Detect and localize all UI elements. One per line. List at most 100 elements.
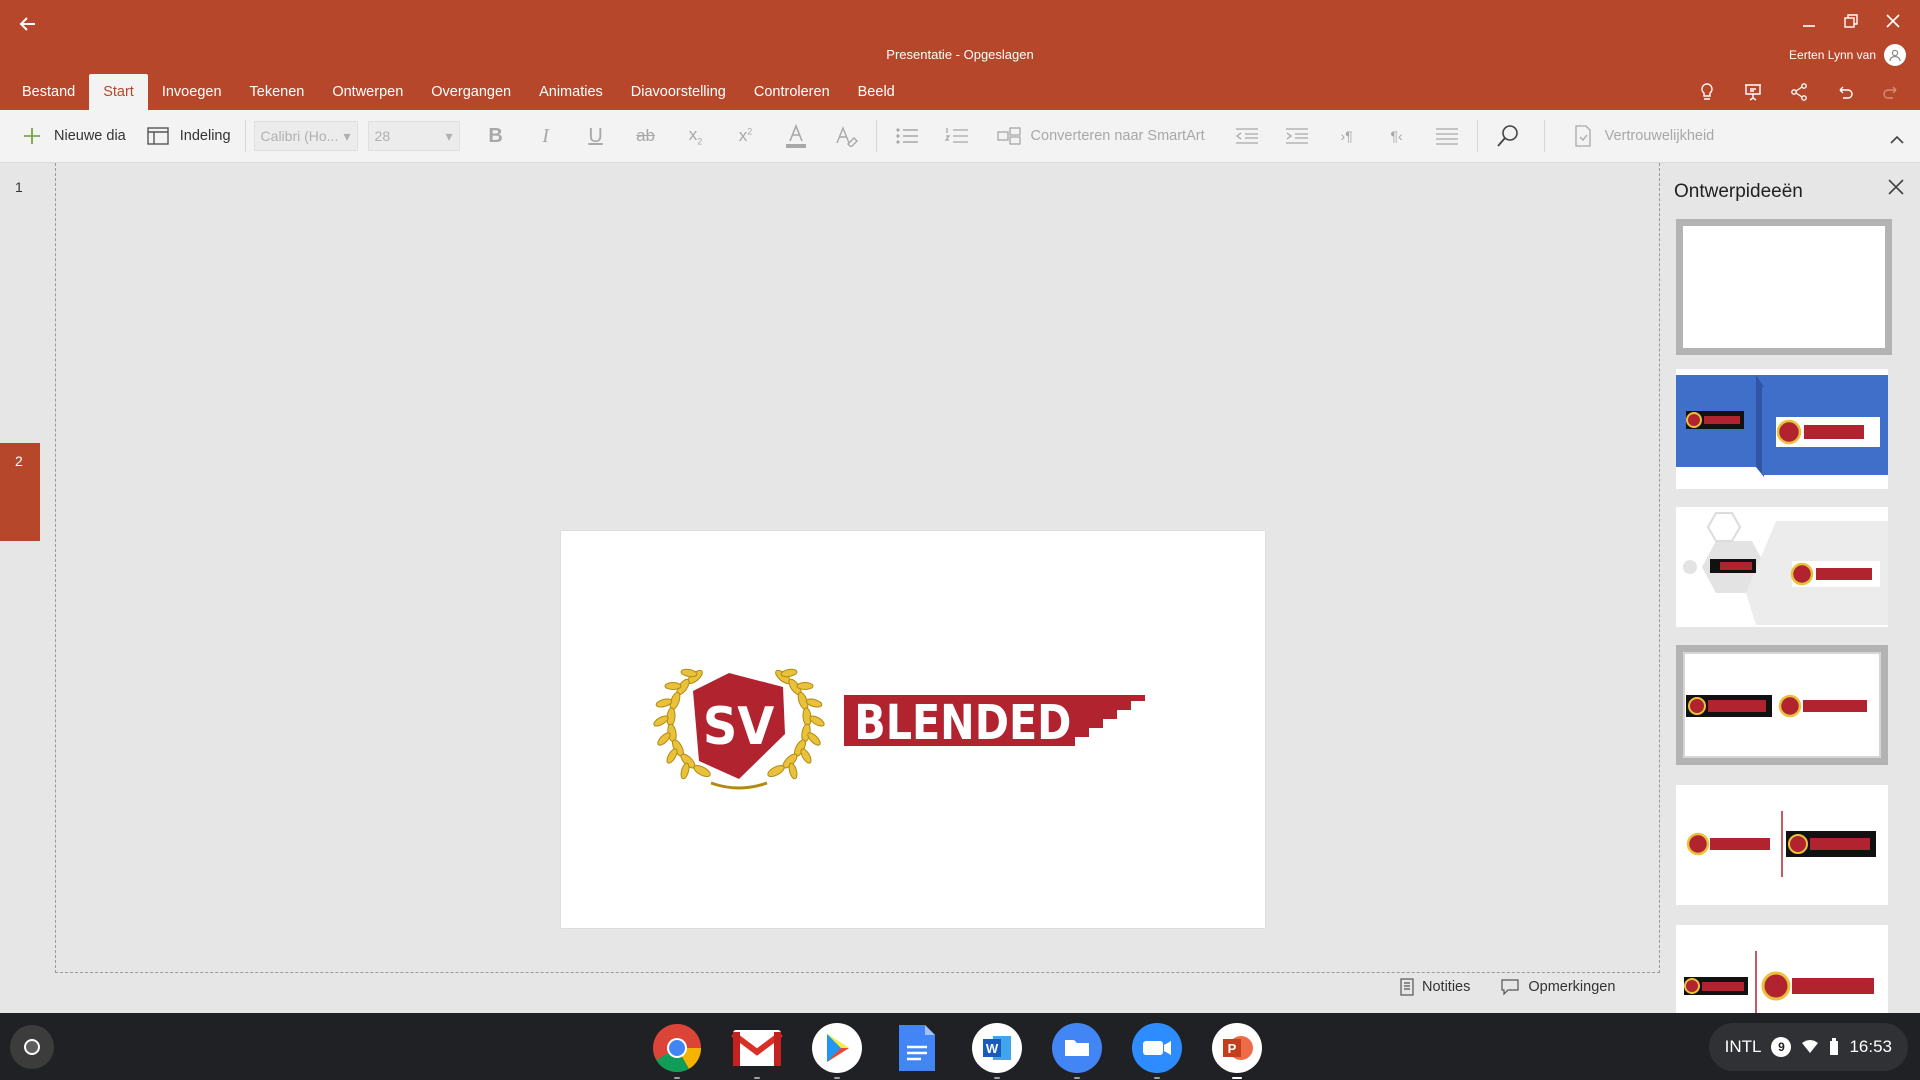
launcher-button[interactable] [10, 1025, 54, 1069]
tab-tekenen[interactable]: Tekenen [236, 74, 319, 110]
lightbulb-icon [1701, 83, 1713, 100]
convert-smartart-button[interactable]: Converteren naar SmartArt [989, 118, 1211, 154]
play-store-icon [812, 1023, 862, 1073]
tab-start[interactable]: Start [89, 74, 148, 110]
minimize-button[interactable] [1790, 6, 1828, 36]
sensitivity-label: Vertrouwelijkheid [1604, 128, 1715, 144]
superscript-icon: x2 [739, 126, 753, 146]
align-button[interactable] [1425, 118, 1469, 154]
subscript-icon: x2 [689, 125, 703, 146]
underline-button[interactable]: U [574, 118, 618, 154]
status-bar: Notities Opmerkingen [1400, 978, 1615, 996]
app-shelf: W P [650, 1021, 1264, 1079]
bold-button[interactable]: B [474, 118, 518, 154]
italic-button[interactable]: I [524, 118, 568, 154]
files-app[interactable] [1050, 1021, 1104, 1079]
clock: 16:53 [1849, 1037, 1892, 1056]
powerpoint-app[interactable]: P [1210, 1021, 1264, 1079]
sensitivity-button[interactable]: Vertrouwelijkheid [1563, 118, 1721, 154]
document-title: Presentatie - Opgeslagen [886, 47, 1034, 62]
close-icon [1888, 179, 1904, 195]
redo-button[interactable] [1876, 78, 1906, 106]
divider [244, 120, 246, 152]
design-idea-card[interactable] [1676, 507, 1888, 627]
slide-number: 2 [15, 453, 23, 469]
share-button[interactable] [1784, 78, 1814, 106]
strikethrough-button[interactable]: ab [624, 118, 668, 154]
tab-invoegen[interactable]: Invoegen [148, 74, 236, 110]
font-size-select[interactable]: 28 ▾ [367, 121, 460, 151]
subscript-letter: x [688, 125, 698, 145]
design-idea-card[interactable] [1676, 925, 1888, 1013]
font-name-select[interactable]: Calibri (Ho... ▾ [253, 121, 358, 151]
play-store-app[interactable] [810, 1021, 864, 1079]
design-preview [1686, 811, 1876, 877]
gmail-app[interactable] [730, 1021, 784, 1079]
user-account[interactable]: Eerten Lynn van [1789, 44, 1906, 66]
tell-me-button[interactable] [1692, 78, 1722, 106]
tab-beeld[interactable]: Beeld [844, 74, 909, 110]
new-slide-button[interactable]: Nieuwe dia [12, 118, 132, 154]
rtl-icon: ¶‹ [1390, 128, 1403, 144]
current-slide[interactable]: SV BLENDED [561, 531, 1265, 928]
collapse-ribbon-button[interactable] [1890, 132, 1904, 150]
zoom-app[interactable] [1130, 1021, 1184, 1079]
tab-controleren[interactable]: Controleren [740, 74, 844, 110]
layout-button[interactable]: Indeling [138, 118, 237, 154]
design-idea-card[interactable] [1676, 785, 1888, 905]
menu-tabs: Bestand Start Invoegen Tekenen Ontwerpen… [8, 74, 909, 110]
font-size-value: 28 [374, 128, 391, 144]
find-button[interactable] [1486, 118, 1530, 154]
smartart-icon [995, 122, 1023, 150]
subscript-button[interactable]: x2 [674, 118, 718, 154]
slide-thumbnail-1[interactable]: 1 [15, 179, 23, 195]
back-button[interactable] [12, 8, 44, 40]
present-button[interactable] [1738, 78, 1768, 106]
system-tray[interactable]: INTL 9 16:53 [1708, 1023, 1908, 1071]
ltr-button[interactable]: ›¶ [1325, 118, 1369, 154]
design-idea-card[interactable] [1676, 645, 1888, 765]
restore-button[interactable] [1832, 6, 1870, 36]
subscript-digit: 2 [697, 136, 703, 147]
design-preview [1676, 375, 1888, 477]
slide-thumbnail-2[interactable]: 2 [0, 443, 40, 541]
word-app[interactable]: W [970, 1021, 1024, 1079]
tab-animaties[interactable]: Animaties [525, 74, 617, 110]
close-window-button[interactable] [1874, 6, 1912, 36]
ltr-icon: ›¶ [1340, 128, 1353, 144]
chrome-app[interactable] [650, 1021, 704, 1079]
font-color-button[interactable] [774, 118, 818, 154]
sv-blended-logo[interactable]: SV BLENDED [561, 531, 1265, 928]
chevron-up-icon [1890, 135, 1904, 144]
notes-button[interactable]: Notities [1400, 978, 1470, 996]
docs-app[interactable] [890, 1021, 944, 1075]
decrease-indent-button[interactable] [1225, 118, 1269, 154]
superscript-digit: 2 [747, 126, 753, 137]
running-indicator [994, 1077, 1000, 1079]
bullets-button[interactable] [885, 118, 929, 154]
numbering-button[interactable] [935, 118, 979, 154]
undo-button[interactable] [1830, 78, 1860, 106]
logo-word: BLENDED [854, 694, 1071, 751]
clear-formatting-button[interactable] [824, 118, 868, 154]
tab-diavoorstelling[interactable]: Diavoorstelling [617, 74, 740, 110]
tab-ontwerpen[interactable]: Ontwerpen [318, 74, 417, 110]
close-design-pane-button[interactable] [1888, 179, 1904, 200]
increase-indent-button[interactable] [1275, 118, 1319, 154]
numbering-icon [944, 128, 968, 143]
design-idea-card[interactable] [1676, 219, 1892, 355]
tab-overgangen[interactable]: Overgangen [417, 74, 525, 110]
notes-icon [1400, 978, 1414, 996]
italic-icon: I [542, 124, 549, 147]
superscript-letter: x [738, 126, 748, 145]
comments-button[interactable]: Opmerkingen [1500, 978, 1615, 996]
design-idea-card[interactable] [1676, 369, 1888, 489]
rtl-button[interactable]: ¶‹ [1375, 118, 1419, 154]
tab-bestand[interactable]: Bestand [8, 74, 89, 110]
keyboard-layout: INTL [1724, 1037, 1762, 1056]
zoom-icon [1132, 1023, 1182, 1073]
font-name-value: Calibri (Ho... [260, 128, 339, 144]
share-icon [1791, 83, 1807, 101]
plus-icon [18, 122, 46, 150]
superscript-button[interactable]: x2 [724, 118, 768, 154]
